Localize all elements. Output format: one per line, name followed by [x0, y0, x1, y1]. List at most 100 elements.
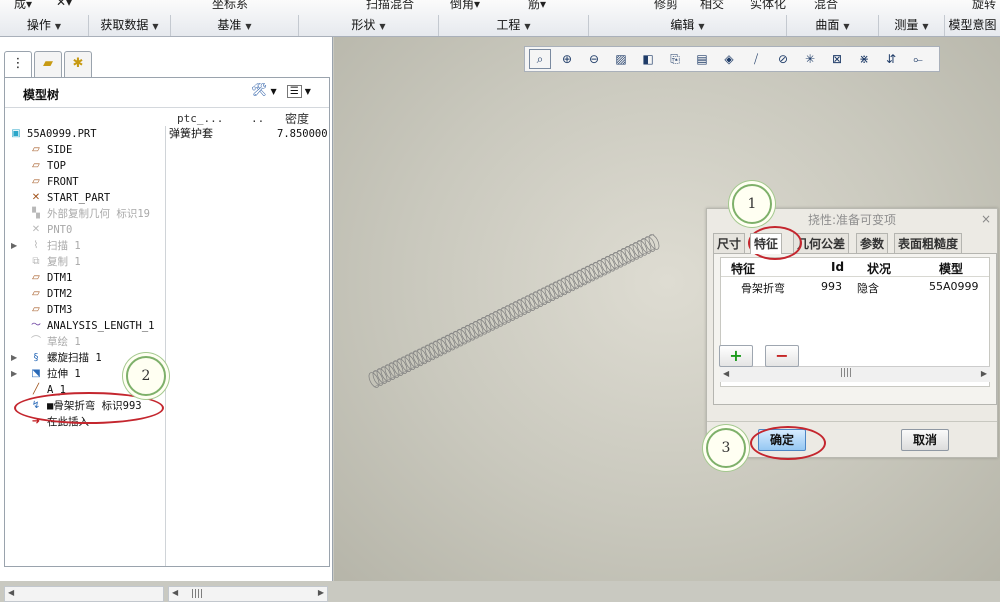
callout-2: 2 — [126, 356, 166, 396]
point-display-icon[interactable]: ✳ — [799, 49, 821, 69]
datum-plane-icon: ▱ — [32, 144, 40, 155]
table-row-feature[interactable]: 骨架折弯 — [741, 280, 785, 296]
group-measure[interactable]: 测量 ▼ — [878, 15, 944, 36]
show-dropdown-icon[interactable]: ▼ — [305, 87, 311, 96]
column-header-dots[interactable]: .. — [251, 112, 264, 125]
table-header-feature[interactable]: 特征 — [731, 260, 755, 277]
scroll-left-arrow-icon[interactable]: ◀ — [172, 588, 178, 597]
spring-coil-turn — [536, 289, 548, 305]
close-icon[interactable]: × — [981, 212, 991, 226]
tree-item[interactable]: ▚ 外部复制几何 标识19 — [5, 206, 329, 222]
tree-item[interactable]: ⌒ 草绘 1 — [5, 334, 329, 350]
model-tree-tab[interactable]: ⋮ — [4, 51, 32, 77]
settings-tools-icon[interactable]: 🛠 — [251, 83, 268, 98]
ribbon-trim-item[interactable]: 修剪 — [654, 0, 678, 12]
settings-dropdown-icon[interactable]: ▼ — [271, 87, 277, 96]
model-tree-frame: 模型树 🛠 ▼ ☰ ▼ ptc_... .. 密度 ▣ 55A0999.PRT 弹簧护套… — [4, 77, 330, 567]
tree-item[interactable]: ▱ TOP — [5, 158, 329, 174]
tree-item[interactable]: ▱ DTM1 — [5, 270, 329, 286]
tree-item[interactable]: ▶ ⬔ 拉伸 1 — [5, 366, 329, 382]
show-list-icon[interactable]: ☰ — [286, 85, 302, 98]
tree-item[interactable]: ▱ FRONT — [5, 174, 329, 190]
group-editing[interactable]: 编辑 ▼ — [588, 15, 786, 36]
group-engineering[interactable]: 工程 ▼ — [438, 15, 588, 36]
tree-item[interactable]: ▱ SIDE — [5, 142, 329, 158]
saved-views-icon[interactable]: ⎘ — [664, 49, 686, 69]
spring-coil-turn — [636, 240, 648, 256]
scroll-thumb-grip[interactable]: |||| — [191, 589, 203, 599]
zoom-fit-icon[interactable]: ⌕ — [529, 49, 551, 69]
ribbon-intersect-item[interactable]: 相交 — [700, 0, 724, 12]
table-header-id[interactable]: Id — [831, 260, 844, 274]
table-header-model[interactable]: 模型 — [939, 260, 963, 277]
folder-browser-tab[interactable]: ▰ — [34, 51, 62, 77]
expand-arrow-icon[interactable]: ▶ — [11, 366, 17, 382]
group-get-data[interactable]: 获取数据 ▼ — [88, 15, 170, 36]
ribbon-swept-blend-item[interactable]: 扫描混合 — [366, 0, 414, 12]
scroll-thumb-grip[interactable]: |||| — [840, 368, 852, 378]
table-row-model[interactable]: 55A0999 — [929, 280, 979, 293]
ribbon-partial-item[interactable]: 成▾ — [14, 0, 32, 12]
ribbon-csys-item[interactable]: 坐标系 — [212, 0, 248, 12]
ribbon-rib-item[interactable]: 筋▾ — [528, 0, 546, 12]
scroll-right-arrow-icon[interactable]: ▶ — [981, 369, 987, 378]
display-style-icon[interactable]: ◧ — [637, 49, 659, 69]
tree-item[interactable]: ✕ PNT0 — [5, 222, 329, 238]
table-row-status[interactable]: 隐含 — [857, 280, 879, 296]
ribbon-partial-item[interactable]: ✕▾ — [56, 0, 72, 9]
axis-display-icon[interactable]: ⊘ — [772, 49, 794, 69]
extra-display-icon[interactable]: ⟜ — [907, 49, 929, 69]
tree-item[interactable]: ⧉ 复制 1 — [5, 254, 329, 270]
tab-features[interactable]: 特征 — [750, 233, 783, 254]
helical-sweep-icon: § — [33, 352, 39, 363]
repaint-icon[interactable]: ▨ — [610, 49, 632, 69]
columns-horizontal-scrollbar[interactable]: ◀ |||| ▶ — [168, 586, 328, 602]
plane-display-icon[interactable]: ⧸ — [745, 49, 767, 69]
favorites-tab[interactable]: ✱ — [64, 51, 92, 77]
spring-coil-turn — [452, 330, 464, 347]
group-datum[interactable]: 基准 ▼ — [170, 15, 298, 36]
tree-horizontal-scrollbar[interactable]: ◀ — [4, 586, 164, 602]
group-operations[interactable]: 操作 ▼ — [0, 15, 88, 36]
tree-item[interactable]: ▱ DTM2 — [5, 286, 329, 302]
group-model-intent[interactable]: 模型意图 — [944, 15, 1000, 36]
tree-item[interactable]: ✕ START_PART — [5, 190, 329, 206]
table-row-id[interactable]: 993 — [821, 280, 842, 293]
zoom-out-icon[interactable]: ⊖ — [583, 49, 605, 69]
scroll-left-arrow-icon[interactable]: ◀ — [8, 588, 14, 597]
ribbon-blend-item[interactable]: 混合 — [814, 0, 838, 12]
group-surfaces[interactable]: 曲面 ▼ — [786, 15, 878, 36]
cancel-button[interactable]: 取消 — [901, 429, 949, 451]
ribbon-solidify-item[interactable]: 实体化 — [750, 0, 786, 12]
perspective-icon[interactable]: ◈ — [718, 49, 740, 69]
annotation-display-icon[interactable]: ⋇ — [853, 49, 875, 69]
tab-surface-finish[interactable]: 表面粗糙度 — [894, 233, 963, 253]
spring-coil-turn — [392, 360, 404, 376]
column-header-density[interactable]: 密度 — [285, 110, 309, 127]
table-horizontal-scrollbar[interactable]: ◀ |||| ▶ — [720, 366, 990, 382]
tree-item[interactable]: ▱ DTM3 — [5, 302, 329, 318]
table-header-status[interactable]: 状况 — [867, 260, 891, 277]
datum-plane-icon: ▱ — [32, 272, 40, 283]
tree-item[interactable]: 〜 ANALYSIS_LENGTH_1 — [5, 318, 329, 334]
scroll-left-arrow-icon[interactable]: ◀ — [723, 369, 729, 378]
remove-button[interactable]: − — [765, 345, 799, 367]
csys-display-icon[interactable]: ⊠ — [826, 49, 848, 69]
group-shapes[interactable]: 形状 ▼ — [298, 15, 438, 36]
tree-root-part[interactable]: ▣ 55A0999.PRT 弹簧护套 7.850000 — [5, 126, 329, 142]
ribbon-chamfer-item[interactable]: 倒角▾ — [450, 0, 480, 12]
tree-item[interactable]: ▶ § 螺旋扫描 1 — [5, 350, 329, 366]
spring-coil-turn — [480, 317, 492, 333]
tab-parameters[interactable]: 参数 — [856, 233, 889, 253]
spin-center-icon[interactable]: ⇵ — [880, 49, 902, 69]
expand-arrow-icon[interactable]: ▶ — [11, 350, 17, 366]
column-header-ptc[interactable]: ptc_... — [177, 112, 223, 125]
view-manager-icon[interactable]: ▤ — [691, 49, 713, 69]
tab-dimensions[interactable]: 尺寸 — [713, 233, 746, 253]
add-button[interactable]: + — [719, 345, 753, 367]
zoom-in-icon[interactable]: ⊕ — [556, 49, 578, 69]
tree-item[interactable]: ▶ ⌇ 扫描 1 — [5, 238, 329, 254]
expand-arrow-icon[interactable]: ▶ — [11, 238, 17, 254]
ribbon-revolve-item[interactable]: 旋转 — [972, 0, 996, 12]
scroll-right-arrow-icon[interactable]: ▶ — [318, 588, 324, 597]
